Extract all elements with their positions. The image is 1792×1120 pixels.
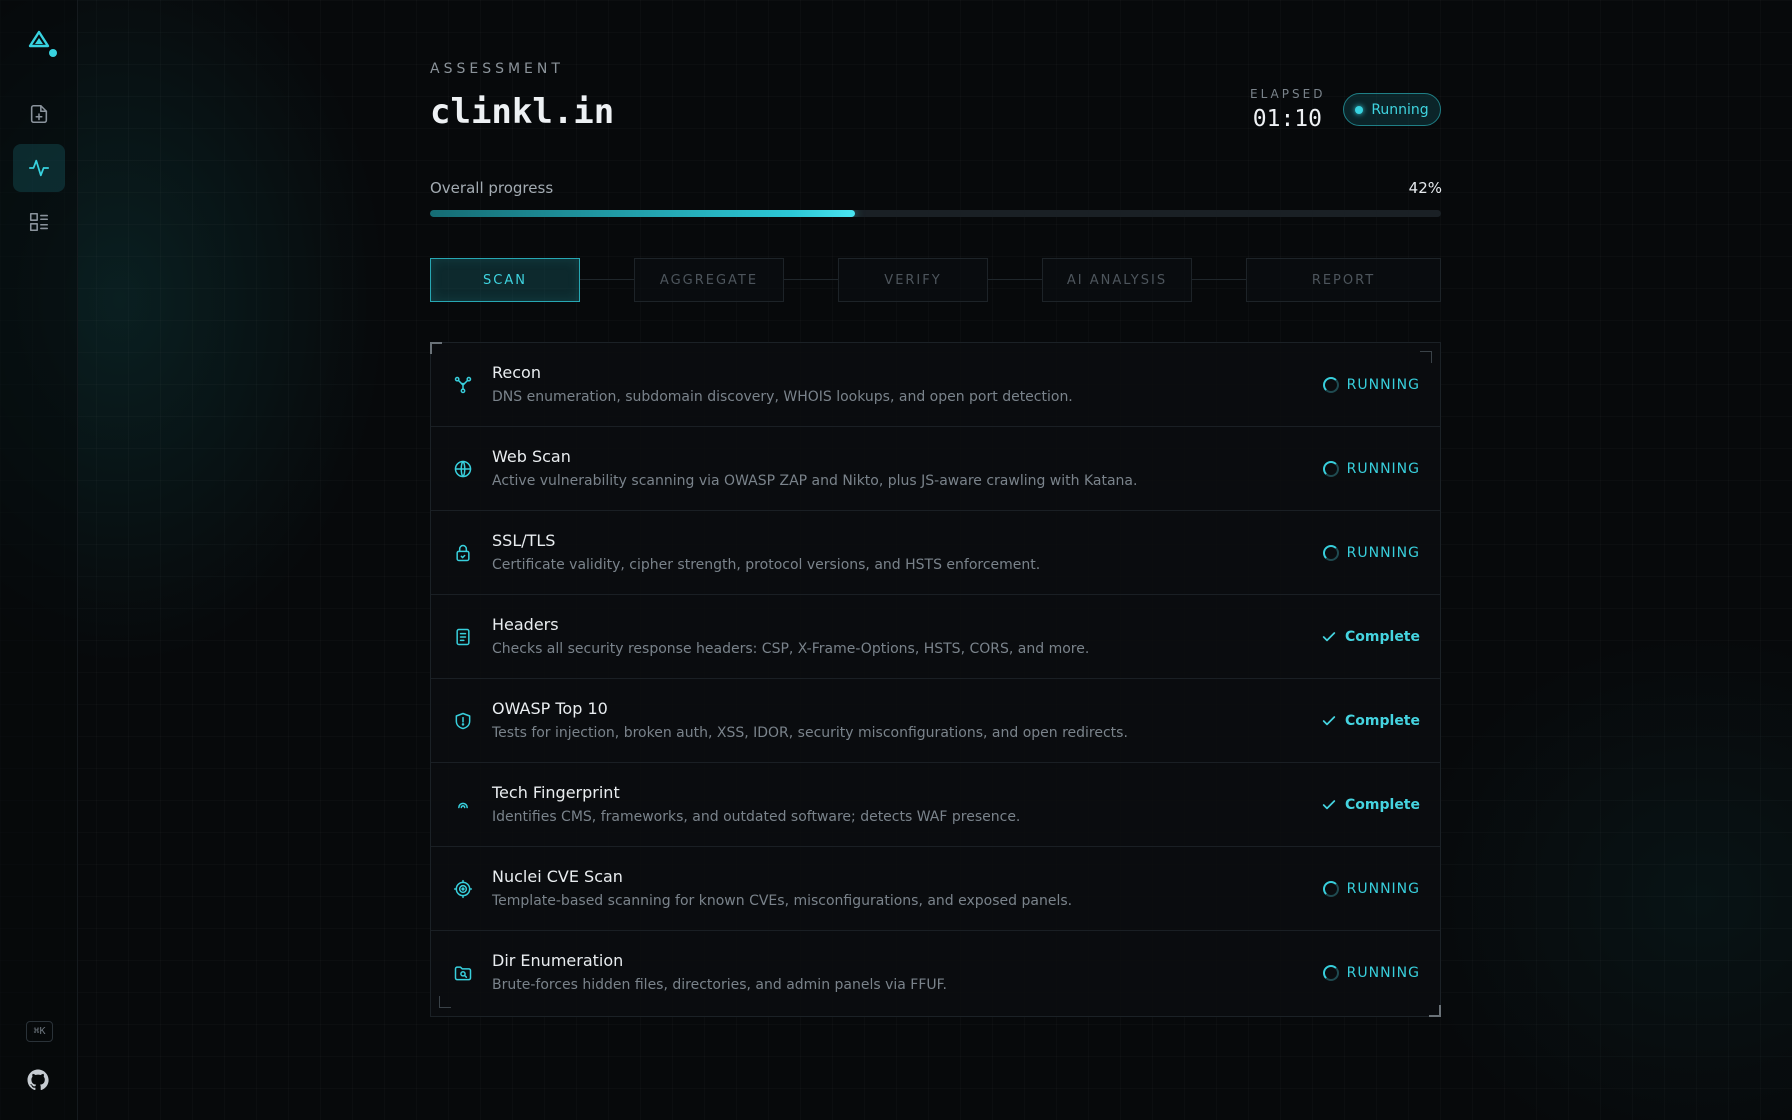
module-title: Nuclei CVE Scan: [492, 867, 623, 886]
spinner-icon: [1322, 965, 1339, 981]
module-status: Complete: [1321, 795, 1420, 815]
spinner-icon: [1322, 377, 1339, 393]
step-label: AI ANALYSIS: [1066, 272, 1168, 288]
step-verify[interactable]: VERIFY: [838, 258, 988, 302]
module-row[interactable]: Dir Enumeration Brute-forces hidden files…: [431, 931, 1440, 1015]
step-connector: [580, 279, 634, 280]
document-icon: [453, 627, 473, 647]
module-status-label: Complete: [1345, 797, 1420, 813]
module-status: Complete: [1321, 711, 1420, 731]
check-icon: [1322, 716, 1336, 726]
module-title: OWASP Top 10: [492, 699, 608, 718]
status-dot-icon: [1355, 105, 1364, 114]
list-nav-button[interactable]: [13, 198, 65, 246]
module-status: RUNNING: [1322, 459, 1420, 479]
step-label: VERIFY: [884, 272, 942, 288]
module-row[interactable]: Tech Fingerprint Identifies CMS, framewor…: [431, 763, 1440, 847]
module-status-label: RUNNING: [1346, 545, 1420, 561]
sidebar: ⌘K: [0, 0, 78, 1120]
spinner-icon: [1322, 461, 1339, 477]
module-status-label: RUNNING: [1346, 461, 1420, 477]
status-badge: Running: [1343, 93, 1441, 126]
step-scan[interactable]: SCAN: [430, 258, 580, 302]
step-label: AGGREGATE: [659, 272, 759, 288]
module-row[interactable]: Nuclei CVE Scan Template-based scanning f…: [431, 847, 1440, 931]
progress-bar-fill: [430, 210, 855, 217]
shield-icon: [453, 711, 473, 731]
progress-bar: [430, 210, 1441, 217]
module-description: Brute-forces hidden files, directories, …: [492, 977, 947, 993]
module-description: Tests for injection, broken auth, XSS, I…: [492, 725, 1128, 741]
lock-icon: [453, 543, 473, 563]
status-badge-label: Running: [1371, 101, 1429, 118]
step-label: SCAN: [483, 272, 527, 288]
file-plus-icon: [30, 104, 48, 124]
logo-icon[interactable]: [26, 28, 58, 60]
module-status: RUNNING: [1322, 543, 1420, 563]
progress-percent: 42%: [1408, 179, 1442, 197]
module-status-label: Complete: [1345, 629, 1420, 645]
module-status-label: RUNNING: [1346, 377, 1420, 393]
list-icon: [29, 212, 49, 232]
module-title: Recon: [492, 363, 541, 382]
elapsed-label: ELAPSED: [1250, 87, 1326, 101]
module-row[interactable]: Recon DNS enumeration, subdomain discover…: [431, 343, 1440, 427]
module-status-label: RUNNING: [1346, 881, 1420, 897]
check-icon: [1322, 632, 1336, 642]
fingerprint-icon: [453, 795, 473, 815]
step-report[interactable]: REPORT: [1246, 258, 1441, 302]
module-description: Active vulnerability scanning via OWASP …: [492, 473, 1138, 489]
step-connector: [988, 279, 1042, 280]
new-scan-button[interactable]: [13, 90, 65, 138]
step-ai-analysis[interactable]: AI ANALYSIS: [1042, 258, 1192, 302]
progress-label: Overall progress: [430, 179, 554, 197]
module-description: DNS enumeration, subdomain discovery, WH…: [492, 389, 1073, 405]
module-title: Headers: [492, 615, 559, 634]
module-status-label: RUNNING: [1346, 965, 1420, 981]
globe-icon: [453, 459, 473, 479]
module-title: Dir Enumeration: [492, 951, 624, 970]
module-row[interactable]: Web Scan Active vulnerability scanning vi…: [431, 427, 1440, 511]
step-connector: [1192, 279, 1246, 280]
module-row[interactable]: Headers Checks all security response head…: [431, 595, 1440, 679]
check-icon: [1322, 800, 1336, 810]
module-status: RUNNING: [1322, 375, 1420, 395]
step-aggregate[interactable]: AGGREGATE: [634, 258, 784, 302]
spinner-icon: [1322, 881, 1339, 897]
activity-nav-button[interactable]: [13, 144, 65, 192]
module-status-label: Complete: [1345, 713, 1420, 729]
module-description: Checks all security response headers: CS…: [492, 641, 1090, 657]
module-title: Tech Fingerprint: [492, 783, 620, 802]
spinner-icon: [1322, 545, 1339, 561]
step-label: REPORT: [1311, 272, 1376, 288]
page-title: clinkl.in: [430, 92, 615, 132]
module-row[interactable]: OWASP Top 10 Tests for injection, broken …: [431, 679, 1440, 763]
network-icon: [453, 375, 473, 395]
module-status: Complete: [1321, 627, 1420, 647]
elapsed-timer: 01:10: [1252, 106, 1322, 132]
module-list: Recon DNS enumeration, subdomain discover…: [430, 342, 1441, 1017]
target-icon: [453, 879, 473, 899]
step-connector: [784, 279, 838, 280]
module-title: SSL/TLS: [492, 531, 556, 550]
module-description: Template-based scanning for known CVEs, …: [492, 893, 1073, 909]
module-status: RUNNING: [1322, 963, 1420, 983]
module-description: Certificate validity, cipher strength, p…: [492, 557, 1041, 573]
github-icon[interactable]: [26, 1068, 50, 1092]
module-row[interactable]: SSL/TLS Certificate validity, cipher stre…: [431, 511, 1440, 595]
module-title: Web Scan: [492, 447, 571, 466]
command-shortcut-badge[interactable]: ⌘K: [26, 1021, 53, 1042]
module-description: Identifies CMS, frameworks, and outdated…: [492, 809, 1021, 825]
folder-search-icon: [453, 963, 473, 983]
activity-icon: [28, 159, 50, 177]
page-eyebrow: ASSESSMENT: [430, 61, 564, 77]
module-status: RUNNING: [1322, 879, 1420, 899]
